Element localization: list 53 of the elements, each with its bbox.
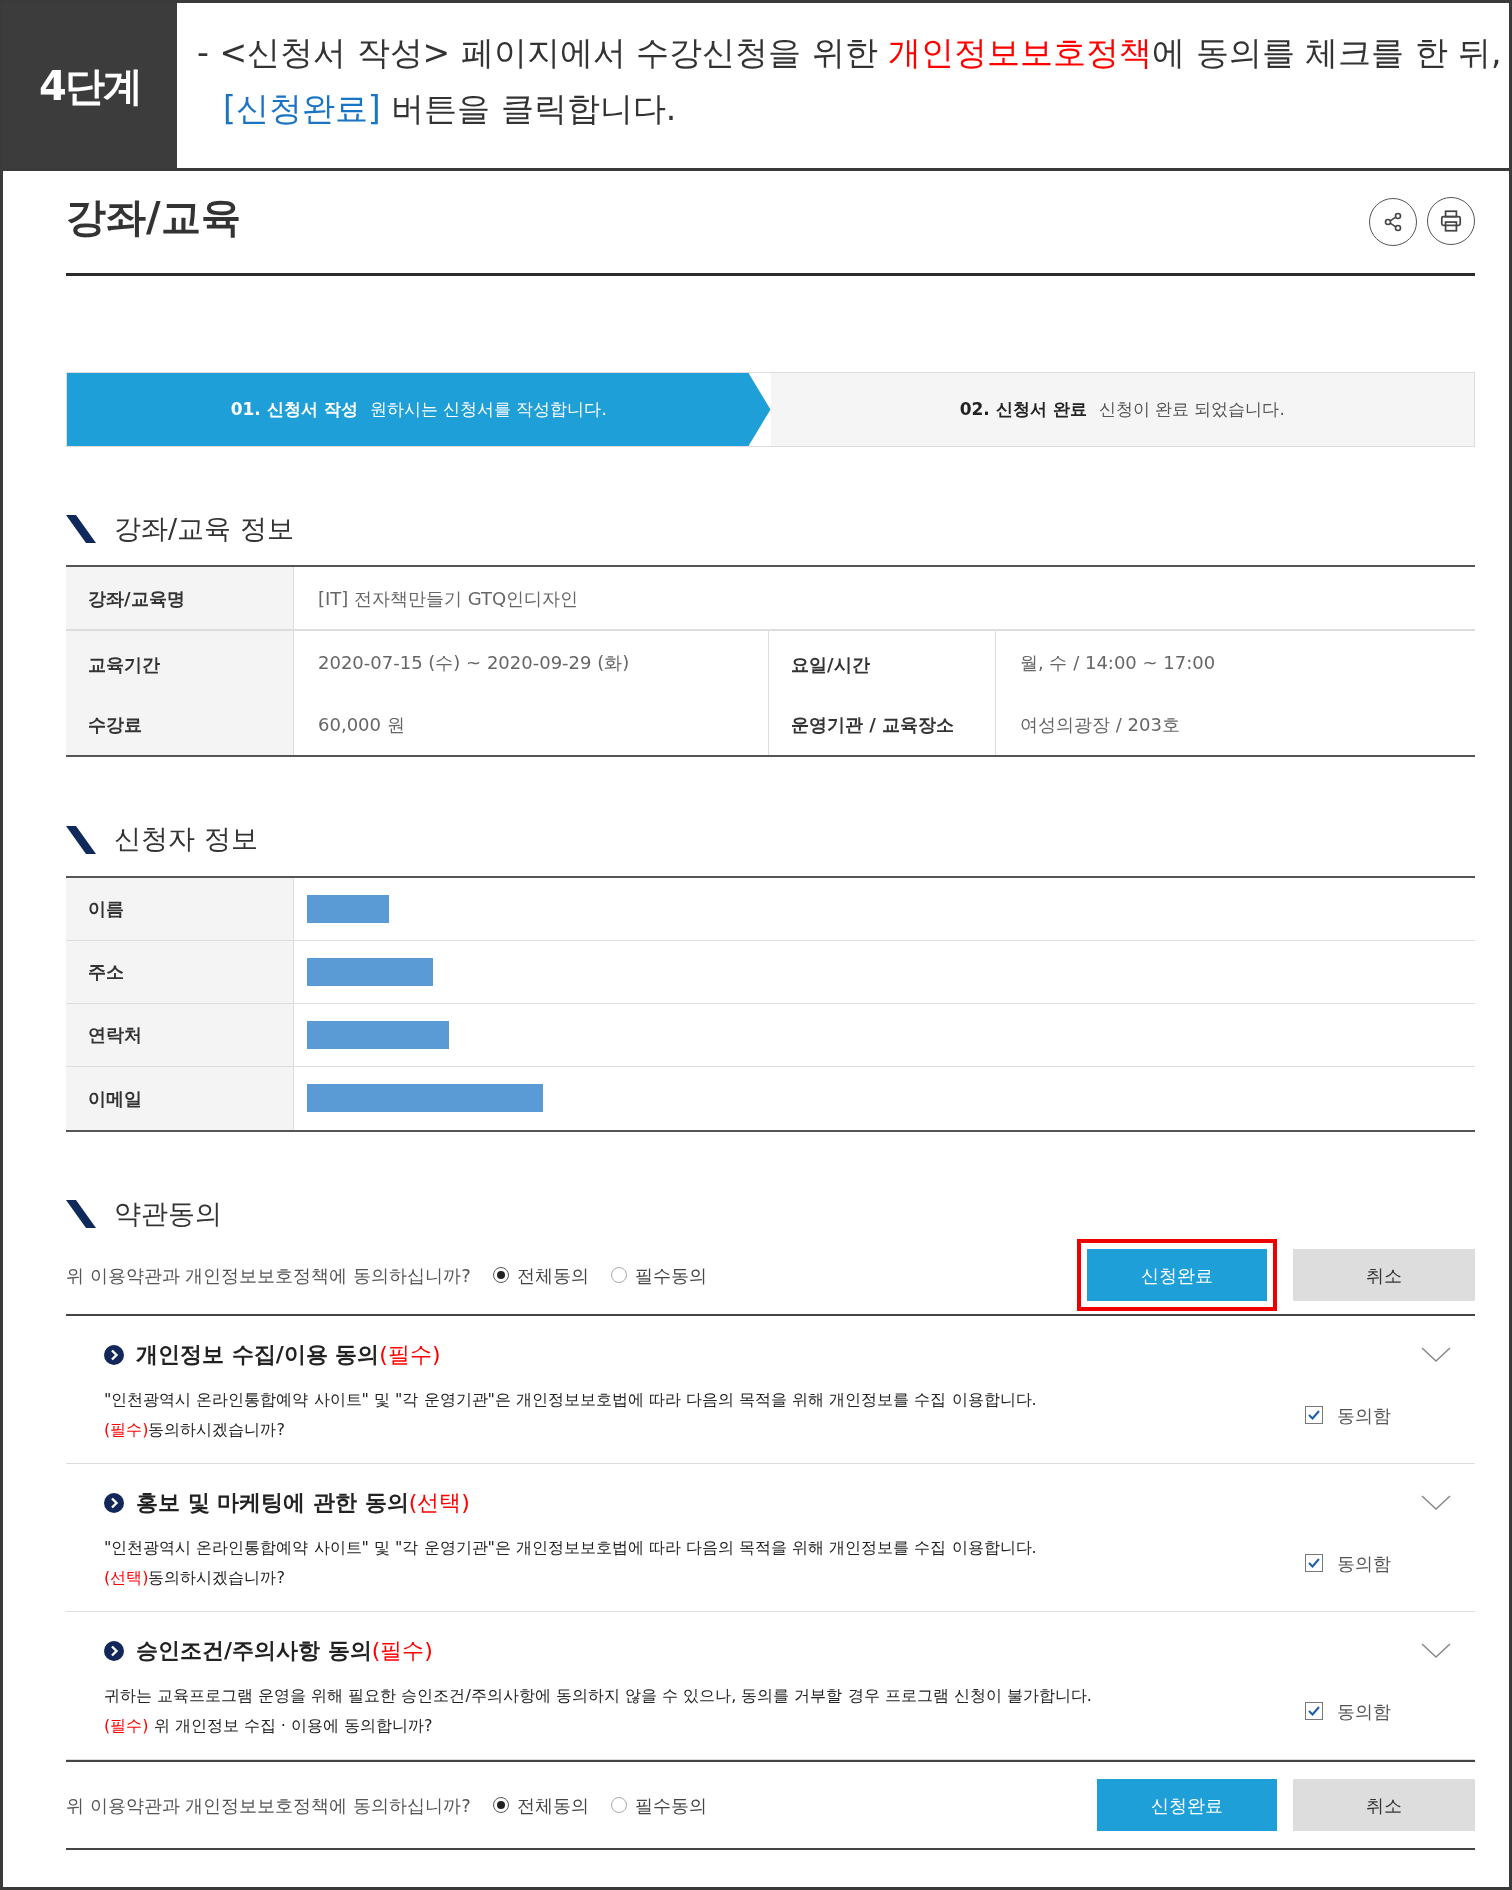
field-value: [IT] 전자책만들기 GTQ인디자인 xyxy=(317,586,580,611)
radio-option[interactable]: 전체동의 xyxy=(492,1261,589,1289)
slash-icon xyxy=(66,515,96,544)
step-badge: 4단계 xyxy=(3,3,177,168)
field-label: 강좌/교육명 xyxy=(66,567,294,630)
agree-label: 동의함 xyxy=(1337,1699,1391,1724)
section-heading: 신청자 정보 xyxy=(114,823,258,856)
question-text: 위 이용약관과 개인정보보호정책에 동의하십니까? xyxy=(66,1263,471,1288)
step-description: 신청이 완료 되었습니다. xyxy=(1098,397,1285,421)
agree-label: 동의함 xyxy=(1337,1551,1391,1576)
field-label: 주소 xyxy=(66,940,294,1003)
checkbox[interactable] xyxy=(1305,1406,1323,1425)
item-description: 귀하는 교육프로그램 운영을 위해 필요한 승인조건/주의사항에 동의하지 않을 수 있으나, 동의를 거부할 경우 프로그램 신청이 불가합니다. (필수) 위 개인정보 수집 · 이용에 동의합니까? xyxy=(104,1685,1092,1738)
chevron-down-icon[interactable] xyxy=(1421,1494,1451,1511)
chevron-circle-icon xyxy=(104,1640,124,1661)
cancel-button[interactable]: 취소 xyxy=(1293,1779,1475,1832)
field-label: 요일/시간 xyxy=(768,631,996,694)
item-title: 승인조건/주의사항 동의(필수) xyxy=(136,1637,433,1666)
field-value: 월, 수 / 14:00 ~ 17:00 xyxy=(1019,650,1217,675)
item-description: "인천광역시 온라인통합예약 사이트" 및 "각 운영기관"은 개인정보보호법에 따라 다음의 목적을 위해 개인정보를 수집 이용합니다. (필수)동의하시겠습니까? xyxy=(104,1389,1037,1442)
slash-icon xyxy=(66,825,96,854)
step-description: 원하시는 신청서를 작성합니다. xyxy=(369,397,607,421)
chevron-circle-icon xyxy=(104,1492,124,1513)
field-label: 운영기관 / 교육장소 xyxy=(768,693,996,756)
section-heading: 강좌/교육 정보 xyxy=(114,513,294,546)
field-label: 이메일 xyxy=(66,1066,294,1130)
field-label: 이름 xyxy=(66,877,294,940)
field-value: 60,000 원 xyxy=(317,712,406,737)
cancel-button[interactable]: 취소 xyxy=(1293,1249,1475,1302)
radio-option[interactable]: 전체동의 xyxy=(492,1791,589,1819)
radio-option[interactable]: 필수동의 xyxy=(610,1261,707,1289)
step-label: 02. 신청서 완료 xyxy=(959,397,1087,421)
chevron-down-icon[interactable] xyxy=(1421,1346,1451,1363)
item-title: 개인정보 수집/이용 동의(필수) xyxy=(136,1341,441,1370)
field-label: 수강료 xyxy=(66,693,294,756)
item-description: "인천광역시 온라인통합예약 사이트" 및 "각 운영기관"은 개인정보보호법에 따라 다음의 목적을 위해 개인정보를 수집 이용합니다. (선택)동의하시겠습니까? xyxy=(104,1537,1037,1590)
checkbox[interactable] xyxy=(1305,1702,1323,1721)
question-text: 위 이용약관과 개인정보보호정책에 동의하십니까? xyxy=(66,1793,471,1818)
section-heading: 약관동의 xyxy=(114,1197,222,1231)
field-value: 2020-07-15 (수) ~ 2020-09-29 (화) xyxy=(317,650,631,675)
field-label: 교육기간 xyxy=(66,631,294,694)
chevron-down-icon[interactable] xyxy=(1421,1642,1451,1659)
step-label: 01. 신청서 작성 xyxy=(230,397,358,421)
item-title: 홍보 및 마케팅에 관한 동의(선택) xyxy=(136,1489,470,1518)
field-value: 여성의광장 / 203호 xyxy=(1019,712,1181,737)
field-label: 연락처 xyxy=(66,1003,294,1066)
checkbox[interactable] xyxy=(1305,1554,1323,1573)
radio-option[interactable]: 필수동의 xyxy=(610,1791,707,1819)
instruction-text: - <신청서 작성> 페이지에서 수강신청을 위한 개인정보보호정책에 동의를 체크를 한 뒤, [신청완료] 버튼을 클릭합니다. xyxy=(196,32,1502,130)
agree-label: 동의함 xyxy=(1337,1403,1391,1428)
slash-icon xyxy=(66,1199,96,1228)
chevron-circle-icon xyxy=(104,1344,124,1365)
page-title: 강좌/교육 xyxy=(66,193,241,242)
